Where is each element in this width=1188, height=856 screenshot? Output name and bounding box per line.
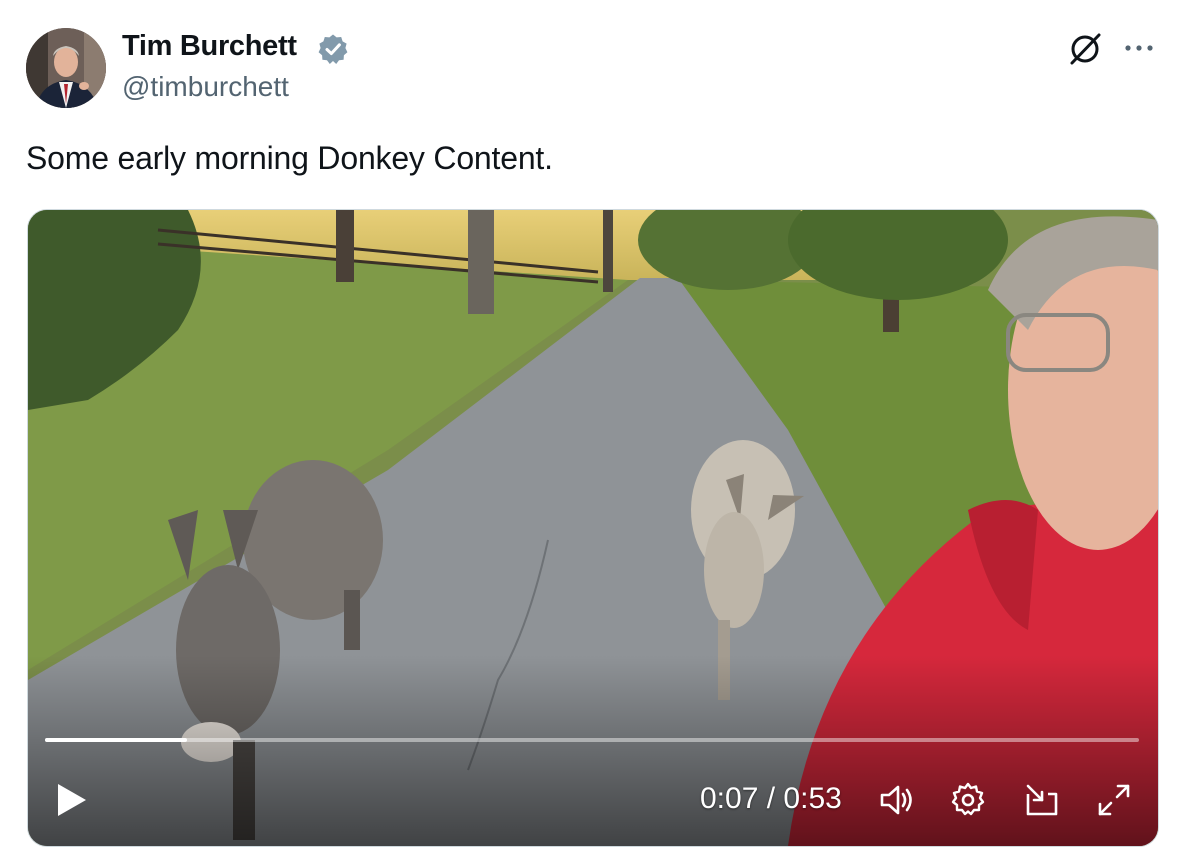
picture-in-picture-icon[interactable] (1022, 780, 1062, 820)
current-time: 0:07 (700, 782, 759, 815)
gear-icon[interactable] (948, 780, 988, 820)
more-options-icon[interactable] (1122, 36, 1156, 60)
progress-fill (45, 738, 188, 742)
video-time: 0:07 / 0:53 (700, 782, 842, 816)
tweet-text: Some early morning Donkey Content. (26, 140, 553, 176)
author-name[interactable]: Tim Burchett (122, 30, 297, 63)
verified-badge-icon[interactable] (317, 33, 349, 65)
video-frame (28, 210, 1158, 846)
avatar[interactable] (26, 28, 106, 108)
play-icon[interactable] (54, 780, 90, 820)
volume-icon[interactable] (876, 780, 916, 820)
fullscreen-icon[interactable] (1094, 780, 1134, 820)
duration: 0:53 (783, 782, 842, 815)
video-player[interactable]: 0:07 / 0:53 (27, 209, 1159, 847)
time-separator: / (766, 782, 776, 815)
grok-icon[interactable] (1066, 30, 1104, 68)
progress-bar[interactable] (45, 738, 1139, 742)
author-handle[interactable]: @timburchett (122, 71, 289, 103)
avatar-image (26, 28, 106, 108)
